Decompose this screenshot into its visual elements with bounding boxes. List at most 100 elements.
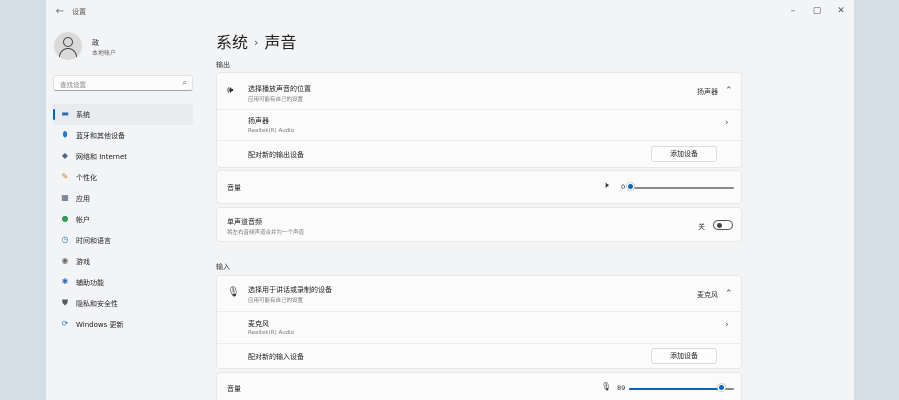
minimize-button[interactable]: – bbox=[782, 3, 804, 19]
sidebar-item[interactable]: ▬ 系统 bbox=[53, 104, 193, 125]
sidebar-item[interactable]: ◷ 时间和语言 bbox=[53, 230, 193, 251]
input-volume-value: 89 bbox=[617, 384, 626, 392]
active-indicator bbox=[53, 109, 55, 120]
game-icon: ◉ bbox=[61, 256, 69, 265]
output-device-row[interactable]: 扬声器 Realtek(R) Audio › bbox=[217, 110, 741, 140]
sidebar-item[interactable]: ⟳ Windows 更新 bbox=[53, 314, 193, 335]
sidebar-item-label: 帐户 bbox=[76, 216, 90, 224]
input-volume-card: 音量 🎙 89 bbox=[216, 372, 742, 400]
chevron-right-icon[interactable]: › bbox=[725, 118, 729, 128]
output-device-name: 扬声器 bbox=[248, 117, 269, 125]
output-device-driver: Realtek(R) Audio bbox=[248, 128, 295, 134]
microphone-icon: 🎙 bbox=[227, 287, 240, 298]
close-button[interactable]: ✕ bbox=[830, 3, 852, 19]
avatar-body bbox=[59, 48, 77, 60]
output-choose-row[interactable]: 🕪 选择播放声音的位置 应用可能有自己的设置 扬声器 ⌃ bbox=[217, 73, 741, 109]
chevron-up-icon[interactable]: ⌃ bbox=[725, 86, 733, 96]
apps-icon: ▦ bbox=[61, 193, 69, 202]
output-volume-thumb[interactable] bbox=[627, 183, 634, 190]
toggle-knob bbox=[717, 223, 722, 228]
mono-audio-subtitle: 将左右音频声道合并为一个声道 bbox=[227, 230, 305, 236]
mono-audio-card: 单声道音频 将左右音频声道合并为一个声道 关 bbox=[216, 207, 742, 242]
mono-audio-toggle[interactable] bbox=[713, 220, 733, 230]
accessibility-icon: ✱ bbox=[61, 277, 69, 286]
breadcrumb: 系统 › 声音 bbox=[216, 29, 296, 53]
sidebar-item[interactable]: ✎ 个性化 bbox=[53, 167, 193, 188]
input-choose-title: 选择用于讲话或录制的设备 bbox=[248, 286, 332, 294]
system-icon: ▬ bbox=[61, 109, 69, 118]
mono-audio-title: 单声道音频 bbox=[227, 218, 262, 226]
input-choose-row[interactable]: 🎙 选择用于讲话或录制的设备 应用可能有自己的设置 麦克风 ⌃ bbox=[217, 276, 741, 311]
desktop-background-left bbox=[0, 0, 46, 400]
page-title: 声音 bbox=[264, 33, 297, 52]
input-device-row[interactable]: 麦克风 Realtek(R) Audio › bbox=[217, 312, 741, 343]
sidebar-item[interactable]: ⛊ 隐私和安全性 bbox=[53, 293, 193, 314]
sidebar-item-label: 应用 bbox=[76, 195, 90, 203]
sidebar-item[interactable]: ◉ 游戏 bbox=[53, 251, 193, 272]
account-icon: ● bbox=[61, 214, 69, 223]
output-volume-label: 音量 bbox=[227, 184, 241, 192]
output-section-label: 输出 bbox=[216, 61, 230, 69]
output-selected-device: 扬声器 bbox=[697, 88, 718, 96]
input-volume-label: 音量 bbox=[227, 385, 241, 393]
input-pair-row: 配对新的输入设备 添加设备 bbox=[217, 344, 741, 370]
app-title: 设置 bbox=[72, 8, 86, 16]
desktop-background-right bbox=[854, 0, 899, 400]
brush-icon: ✎ bbox=[61, 172, 69, 181]
input-section-label: 输入 bbox=[216, 263, 230, 271]
sidebar-item-label: 辅助功能 bbox=[76, 279, 104, 287]
user-account-type: 本地帐户 bbox=[92, 50, 117, 57]
sidebar-item-label: 蓝牙和其他设备 bbox=[76, 132, 125, 140]
speaker-icon: 🕪 bbox=[227, 85, 234, 96]
add-input-device-button[interactable]: 添加设备 bbox=[651, 348, 717, 364]
sidebar-item[interactable]: ⬮ 蓝牙和其他设备 bbox=[53, 125, 193, 146]
avatar-head bbox=[63, 37, 73, 47]
chevron-up-icon[interactable]: ⌃ bbox=[725, 289, 733, 299]
sidebar-item-label: 时间和语言 bbox=[76, 237, 111, 245]
sidebar-item[interactable]: ▦ 应用 bbox=[53, 188, 193, 209]
output-volume-card: 音量 🕨 0 bbox=[216, 170, 742, 204]
sidebar-item-label: 游戏 bbox=[76, 258, 90, 266]
add-output-device-button[interactable]: 添加设备 bbox=[651, 146, 717, 162]
bluetooth-icon: ⬮ bbox=[62, 130, 68, 139]
sidebar-item-label: 网络和 Internet bbox=[76, 153, 128, 161]
settings-window: ← 设置 – ▢ ✕ 政 本地帐户 查找设置 ⌕ ▬ 系统 ⬮ 蓝牙和其他设备 ◆ 网络和… bbox=[46, 0, 854, 400]
sidebar-nav: ▬ 系统 ⬮ 蓝牙和其他设备 ◆ 网络和 Internet ✎ 个性化 ▦ 应用 ● 帐户 ◷ 时间和语言… bbox=[53, 104, 193, 335]
user-name: 政 bbox=[92, 39, 99, 47]
sidebar-item-label: 隐私和安全性 bbox=[76, 300, 118, 308]
output-device-card: 🕪 选择播放声音的位置 应用可能有自己的设置 扬声器 ⌃ 扬声器 Realtek… bbox=[216, 72, 742, 168]
mono-audio-state: 关 bbox=[698, 223, 705, 231]
output-pair-label: 配对新的输出设备 bbox=[248, 151, 304, 159]
update-icon: ⟳ bbox=[61, 319, 69, 328]
search-icon[interactable]: ⌕ bbox=[183, 78, 187, 88]
input-device-name: 麦克风 bbox=[248, 320, 269, 328]
output-volume-slider[interactable] bbox=[631, 187, 734, 189]
mute-icon[interactable]: 🕨 bbox=[603, 181, 609, 191]
sidebar-item-label: 系统 bbox=[76, 111, 90, 119]
breadcrumb-parent[interactable]: 系统 bbox=[216, 33, 248, 52]
sidebar-item[interactable]: ● 帐户 bbox=[53, 209, 193, 230]
avatar[interactable] bbox=[54, 32, 82, 60]
sidebar-item[interactable]: ◆ 网络和 Internet bbox=[53, 146, 193, 167]
clock-icon: ◷ bbox=[61, 235, 69, 244]
microphone-volume-icon[interactable]: 🎙 bbox=[601, 382, 611, 391]
output-pair-row: 配对新的输出设备 添加设备 bbox=[217, 141, 741, 168]
output-volume-value: 0 bbox=[621, 183, 626, 191]
title-bar: ← 设置 – ▢ ✕ bbox=[46, 0, 854, 24]
output-choose-subtitle: 应用可能有自己的设置 bbox=[248, 97, 304, 103]
search-input[interactable]: 查找设置 ⌕ bbox=[53, 75, 193, 91]
breadcrumb-separator: › bbox=[254, 36, 259, 49]
sidebar-item-label: Windows 更新 bbox=[76, 321, 124, 329]
input-choose-subtitle: 应用可能有自己的设置 bbox=[248, 298, 304, 304]
chevron-right-icon[interactable]: › bbox=[725, 320, 729, 330]
input-volume-fill bbox=[629, 388, 723, 390]
network-icon: ◆ bbox=[61, 151, 69, 160]
back-button[interactable]: ← bbox=[52, 5, 68, 19]
sidebar-item[interactable]: ✱ 辅助功能 bbox=[53, 272, 193, 293]
output-choose-title: 选择播放声音的位置 bbox=[248, 85, 311, 93]
input-selected-device: 麦克风 bbox=[697, 291, 718, 299]
sidebar-item-label: 个性化 bbox=[76, 174, 97, 182]
shield-icon: ⛊ bbox=[62, 298, 68, 307]
input-pair-label: 配对新的输入设备 bbox=[248, 353, 304, 361]
maximize-button[interactable]: ▢ bbox=[806, 3, 828, 19]
